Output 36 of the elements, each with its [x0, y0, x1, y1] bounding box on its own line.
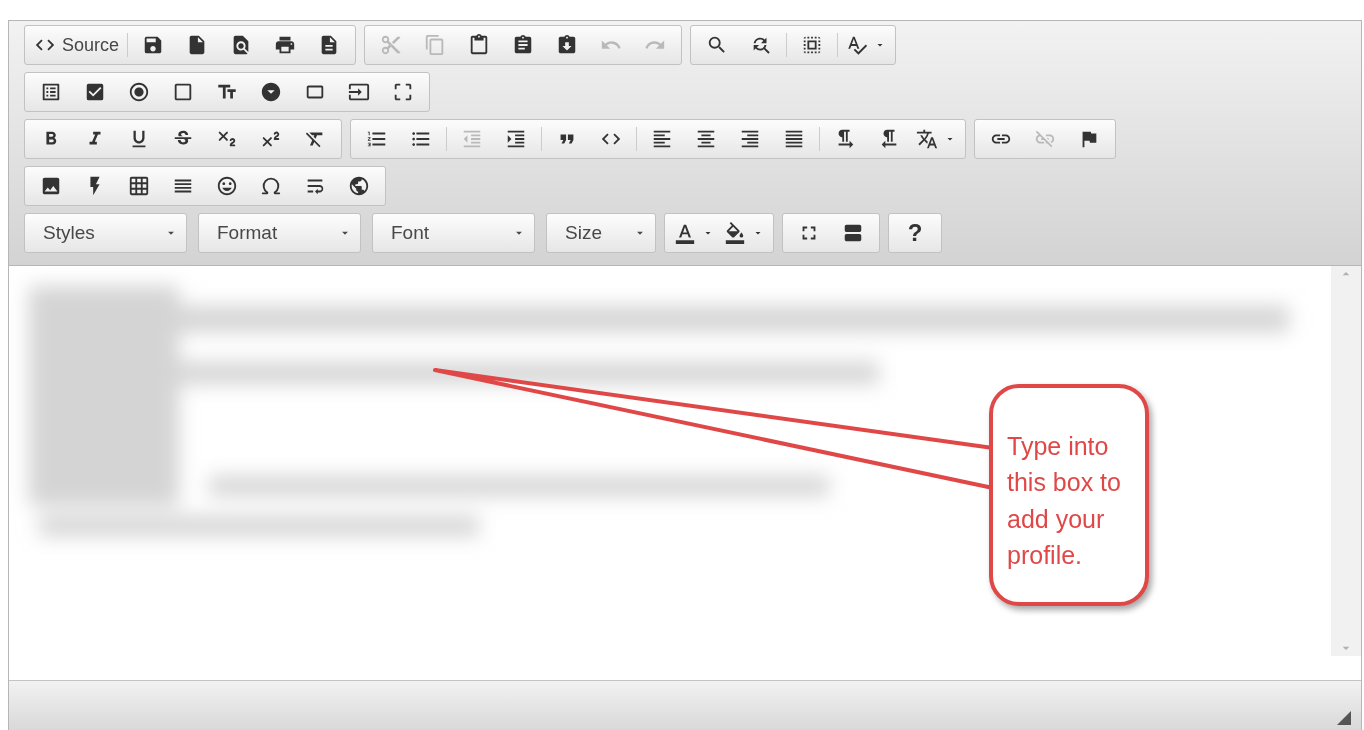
radio-icon [128, 81, 150, 103]
language-icon [916, 128, 938, 150]
source-button[interactable]: Source [29, 28, 125, 62]
combo-box[interactable]: Font [372, 213, 535, 253]
indent-icon [505, 128, 527, 150]
align-center-icon [695, 128, 717, 150]
fill-color-icon [724, 222, 746, 244]
checkbox-icon [84, 81, 106, 103]
form-icon [40, 81, 62, 103]
image-icon [40, 175, 62, 197]
blocks-icon [842, 222, 864, 244]
text-color-icon [674, 222, 696, 244]
dashed-frame-icon [392, 81, 414, 103]
spellcheck-icon [846, 34, 869, 56]
align-left-icon [651, 128, 673, 150]
print-icon [274, 34, 297, 56]
editing-area[interactable]: Type into this box to add your profile. [9, 266, 1361, 681]
combo-box[interactable]: Styles [24, 213, 187, 253]
globe-icon [348, 175, 370, 197]
scrollbar[interactable] [1331, 266, 1361, 656]
text-field-icon [172, 81, 194, 103]
combo-box[interactable]: Format [198, 213, 361, 253]
smiley-icon [216, 175, 238, 197]
outdent-icon [461, 128, 483, 150]
table-icon [128, 175, 150, 197]
justify-icon [783, 128, 805, 150]
omega-icon [260, 175, 282, 197]
help-button[interactable]: ? [893, 216, 937, 250]
unlink-icon [1034, 128, 1056, 150]
resize-grip-icon[interactable] [1337, 711, 1351, 725]
dropdown-icon [260, 81, 282, 103]
cut-icon [380, 34, 403, 56]
combo-box[interactable]: Size [546, 213, 656, 253]
align-right-icon [739, 128, 761, 150]
callout-text: Type into this box to add your profile. [1007, 431, 1122, 571]
input-icon [348, 81, 370, 103]
